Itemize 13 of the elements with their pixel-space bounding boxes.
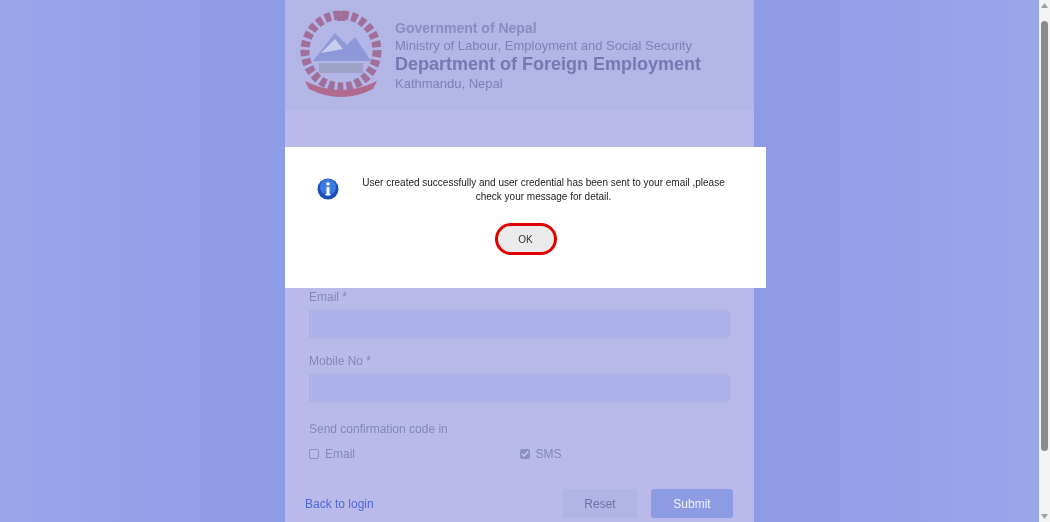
dialog-message: User created successfully and user credential has been sent to your email ,please check your message for detail. [361, 176, 726, 204]
ok-button[interactable]: OK [494, 223, 557, 255]
scroll-up-icon[interactable] [1041, 3, 1048, 8]
info-icon [317, 178, 339, 200]
scroll-down-icon[interactable] [1041, 514, 1048, 519]
checkbox[interactable] [519, 449, 530, 459]
checkbox[interactable] [309, 449, 319, 459]
reset-button[interactable]: Reset [563, 489, 637, 518]
submit-button[interactable]: Submit [651, 489, 733, 518]
back-to-login-link[interactable]: Back to login [305, 494, 374, 513]
scrollbar-thumb[interactable] [1041, 21, 1048, 451]
scrollbar[interactable] [1039, 0, 1050, 522]
department-name: Department of Foreign Employment [395, 53, 702, 75]
